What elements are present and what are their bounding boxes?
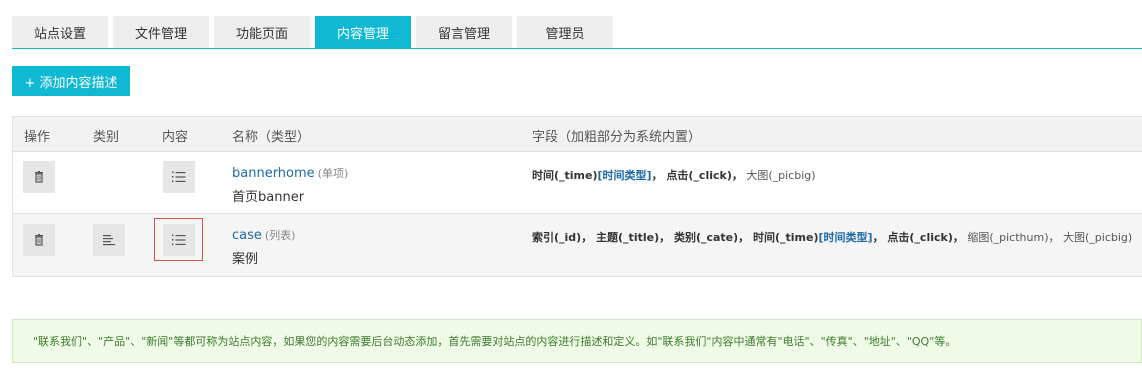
- ordered-list-icon: [172, 234, 186, 246]
- table-row: case (列表) 案例 索引(_id)， 主题(_title)， 类别(_cat…: [13, 214, 1142, 276]
- content-list-button[interactable]: [163, 161, 195, 193]
- info-notice: "联系我们"、"产品"、"新闻"等都可称为站点内容，如果您的内容需要后台动态添加…: [12, 319, 1142, 363]
- field-type-link[interactable]: [时间类型]: [598, 169, 652, 182]
- category-button[interactable]: [93, 224, 125, 256]
- field: 大图(_picbig): [1059, 231, 1133, 244]
- tab-content-management[interactable]: 内容管理: [315, 16, 411, 48]
- tab-file-management[interactable]: 文件管理: [113, 16, 209, 48]
- tab-underline: [12, 48, 1142, 49]
- field: 索引(_id)，: [532, 231, 593, 244]
- header-operation: 操作: [24, 130, 51, 145]
- field: 点击(_click)，: [883, 231, 964, 244]
- field-sep: ，: [731, 169, 743, 182]
- row-name-link[interactable]: bannerhome: [232, 166, 315, 181]
- field: 类别(_cate)，: [670, 231, 750, 244]
- row-title: 案例: [232, 252, 259, 267]
- align-left-icon: [103, 235, 115, 246]
- header-category: 类别: [93, 130, 120, 145]
- notice-text: "联系我们"、"产品"、"新闻"等都可称为站点内容，如果您的内容需要后台动态添加…: [33, 335, 957, 348]
- trash-icon: [35, 171, 43, 183]
- header-fields: 字段（加粗部分为系统内置）: [532, 130, 702, 145]
- tab-function-pages[interactable]: 功能页面: [214, 16, 310, 48]
- table-header: 操作 类别 内容 名称（类型） 字段（加粗部分为系统内置）: [13, 117, 1142, 152]
- row-name: bannerhome (单项): [232, 165, 348, 181]
- row-fields: 时间(_time)[时间类型]， 点击(_click)， 大图(_picbig): [532, 167, 816, 183]
- row-type: (列表): [264, 229, 296, 242]
- trash-icon: [35, 234, 43, 246]
- delete-button[interactable]: [23, 224, 55, 256]
- ordered-list-icon: [172, 171, 186, 183]
- field-sep: ，: [872, 231, 884, 244]
- tab-bar: 站点设置 文件管理 功能页面 内容管理 留言管理 管理员: [12, 16, 618, 49]
- header-content: 内容: [162, 130, 189, 145]
- row-fields: 索引(_id)， 主题(_title)， 类别(_cate)， 时间(_time…: [532, 229, 1132, 245]
- field: 时间(_time): [532, 169, 598, 182]
- field: 时间(_time): [749, 231, 819, 244]
- row-title: 首页banner: [232, 190, 305, 205]
- tab-administrators[interactable]: 管理员: [517, 16, 613, 48]
- tab-site-settings[interactable]: 站点设置: [12, 16, 108, 48]
- content-list-button[interactable]: [163, 224, 195, 256]
- field: 主题(_title)，: [592, 231, 671, 244]
- table-row: bannerhome (单项) 首页banner 时间(_time)[时间类型]，…: [13, 152, 1142, 214]
- field: 点击(_click): [662, 169, 732, 182]
- tab-message-management[interactable]: 留言管理: [416, 16, 512, 48]
- row-name-link[interactable]: case: [232, 228, 262, 243]
- delete-button[interactable]: [23, 161, 55, 193]
- field: 大图(_picbig): [742, 169, 816, 182]
- add-content-description-button[interactable]: + 添加内容描述: [12, 66, 130, 96]
- header-name: 名称（类型）: [232, 130, 311, 145]
- field-type-link[interactable]: [时间类型]: [819, 231, 873, 244]
- content-table: 操作 类别 内容 名称（类型） 字段（加粗部分为系统内置） bannerhome…: [12, 116, 1142, 277]
- row-type: (单项): [317, 167, 349, 180]
- field-sep: ，: [651, 169, 663, 182]
- row-name: case (列表): [232, 227, 295, 243]
- field: 缩图(_picthum)，: [963, 231, 1060, 244]
